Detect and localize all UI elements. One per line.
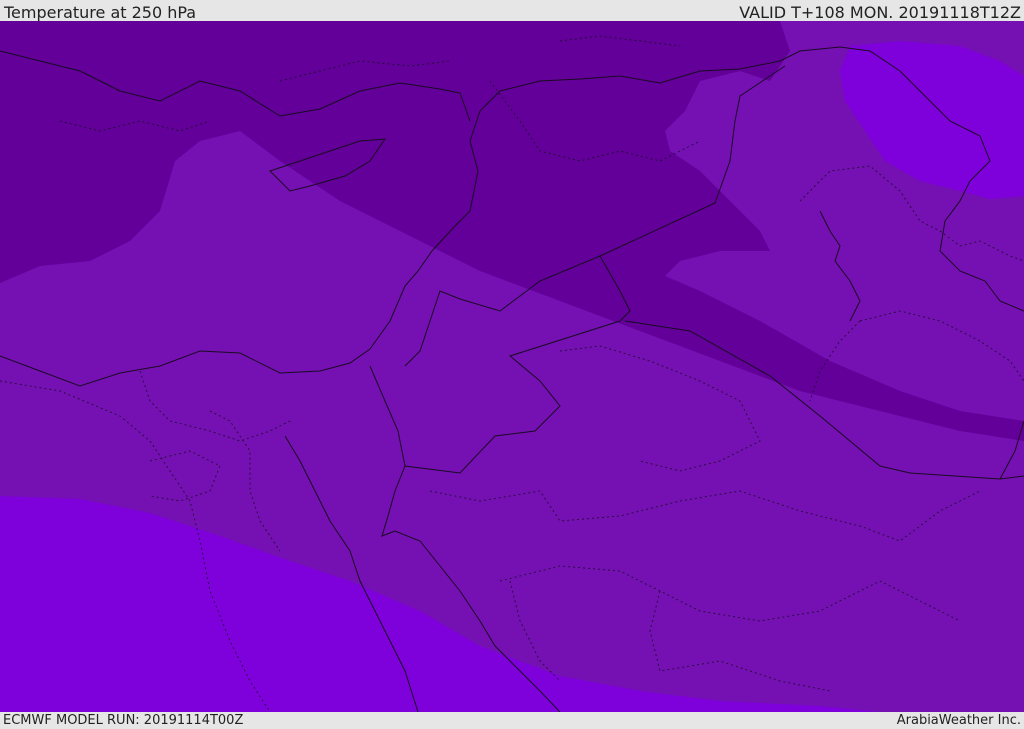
credit-label: ArabiaWeather Inc.	[896, 713, 1021, 728]
map-title: Temperature at 250 hPa	[4, 3, 197, 22]
footer-bar: ECMWF MODEL RUN: 20191114T00Z ArabiaWeat…	[0, 712, 1024, 729]
header-bar: Temperature at 250 hPa VALID T+108 MON. …	[0, 0, 1024, 22]
valid-time-label: VALID T+108 MON. 20191118T12Z	[739, 3, 1021, 22]
temperature-map[interactable]	[0, 21, 1024, 712]
model-run-label: ECMWF MODEL RUN: 20191114T00Z	[3, 713, 244, 728]
map-canvas	[0, 21, 1024, 712]
